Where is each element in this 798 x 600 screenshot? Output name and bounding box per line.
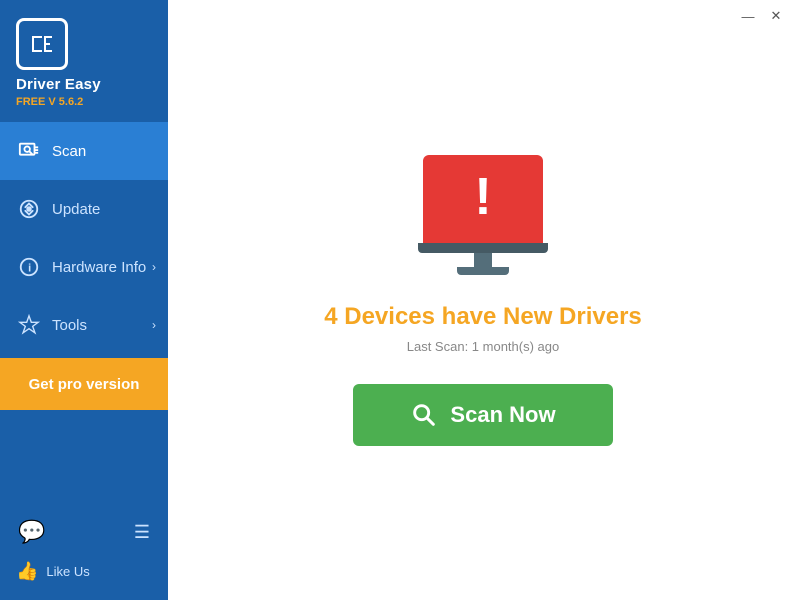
close-button[interactable]: ✕	[762, 6, 790, 26]
tools-arrow: ›	[152, 318, 156, 332]
sidebar: Driver Easy FREE V 5.6.2 Scan	[0, 0, 168, 600]
scan-icon	[16, 138, 42, 164]
main-content: ! 4 Devices have New Drivers Last Scan: …	[168, 0, 798, 600]
exclamation-mark: !	[474, 171, 491, 223]
sidebar-item-hardware-info[interactable]: i Hardware Info ›	[0, 238, 168, 296]
monitor-illustration: !	[418, 155, 548, 275]
logo-area: Driver Easy FREE V 5.6.2	[0, 0, 168, 122]
devices-headline: 4 Devices have New Drivers	[324, 303, 642, 331]
sidebar-bottom-icons: 💬 ☰	[0, 511, 168, 553]
sidebar-item-hardware-info-label: Hardware Info	[52, 259, 146, 276]
svg-text:i: i	[28, 263, 31, 275]
sidebar-item-tools-label: Tools	[52, 317, 87, 334]
app-logo	[16, 18, 68, 70]
sidebar-item-scan-label: Scan	[52, 143, 86, 160]
sidebar-item-tools[interactable]: Tools ›	[0, 296, 168, 354]
app-name: Driver Easy	[16, 76, 101, 94]
tools-icon	[16, 312, 42, 338]
hardware-info-arrow: ›	[152, 260, 156, 274]
app-version: FREE V 5.6.2	[16, 96, 83, 108]
thumbs-up-icon: 👍	[16, 561, 38, 582]
like-us-button[interactable]: 👍 Like Us	[0, 553, 168, 590]
monitor-bezel	[418, 243, 548, 253]
hardware-info-icon: i	[16, 254, 42, 280]
sidebar-bottom: 💬 ☰ 👍 Like Us	[0, 511, 168, 600]
sidebar-item-scan[interactable]: Scan	[0, 122, 168, 180]
chat-icon[interactable]: 💬	[18, 519, 45, 545]
sidebar-item-update[interactable]: Update	[0, 180, 168, 238]
title-bar: — ✕	[168, 0, 798, 32]
minimize-button[interactable]: —	[734, 6, 762, 26]
last-scan-text: Last Scan: 1 month(s) ago	[407, 339, 559, 354]
monitor-stand-neck	[474, 253, 492, 267]
scan-now-icon	[410, 401, 438, 429]
menu-icon[interactable]: ☰	[134, 522, 150, 543]
monitor-screen: !	[423, 155, 543, 243]
monitor-stand-base	[457, 267, 509, 275]
scan-now-button[interactable]: Scan Now	[353, 384, 613, 446]
sidebar-item-update-label: Update	[52, 201, 100, 218]
update-icon	[16, 196, 42, 222]
get-pro-button[interactable]: Get pro version	[0, 358, 168, 410]
